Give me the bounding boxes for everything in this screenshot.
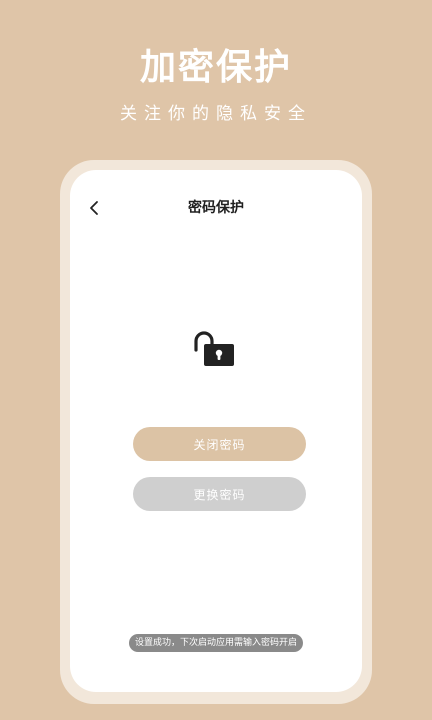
phone-frame: 密码保护 关闭密码 更换密码 设置成功，下次启动应用需输入密码开启	[60, 160, 372, 704]
page-title: 密码保护	[188, 200, 244, 216]
change-password-button[interactable]: 更换密码	[133, 477, 306, 511]
hero-title: 加密保护	[139, 47, 292, 88]
phone-screen: 密码保护 关闭密码 更换密码 设置成功，下次启动应用需输入密码开启	[70, 170, 362, 692]
success-toast: 设置成功，下次启动应用需输入密码开启	[128, 634, 304, 652]
unlocked-padlock-icon	[192, 330, 240, 370]
hero-subtitle: 关注你的隐私安全	[120, 104, 312, 124]
close-password-button[interactable]: 关闭密码	[133, 427, 306, 461]
